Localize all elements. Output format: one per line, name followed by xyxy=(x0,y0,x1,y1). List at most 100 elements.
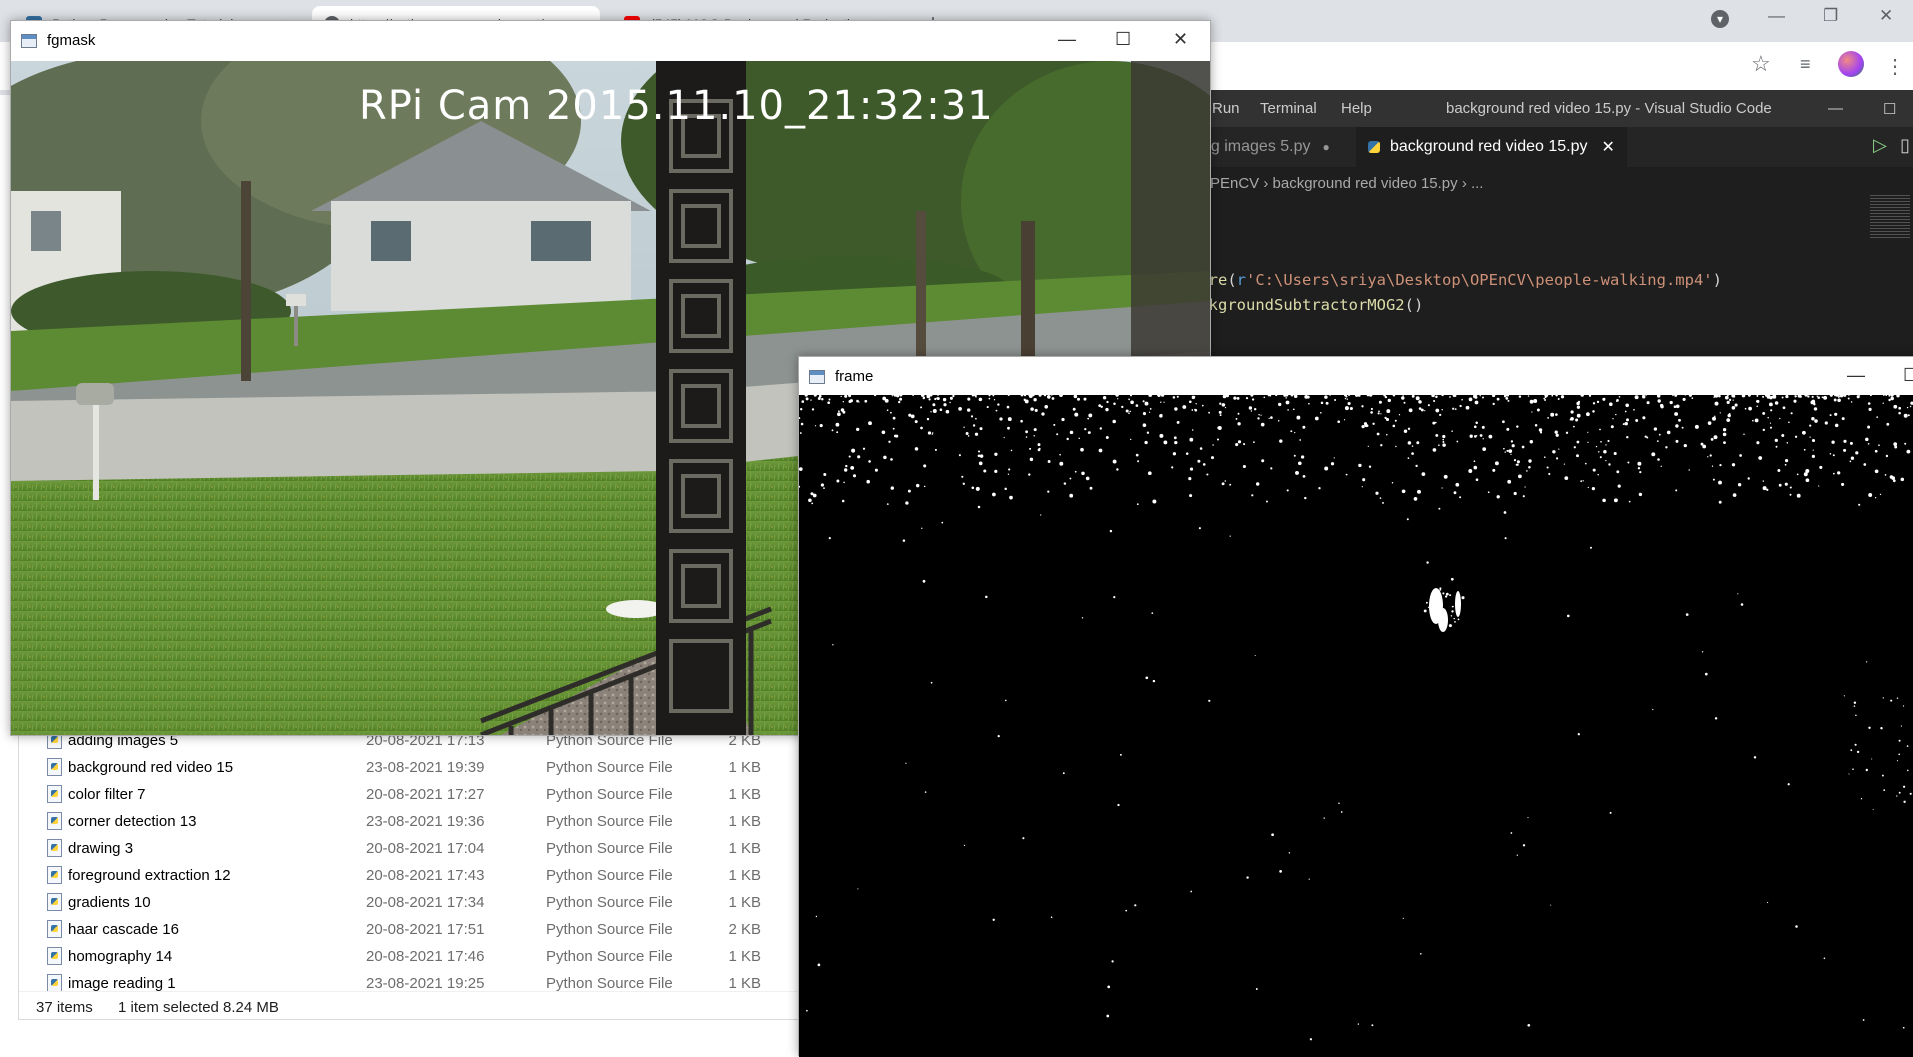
file-date: 20-08-2021 17:27 xyxy=(366,786,485,803)
file-row[interactable]: corner detection 13 23-08-2021 19:36 Pytho… xyxy=(19,808,802,835)
code-token: ( xyxy=(1227,271,1237,289)
file-type: Python Source File xyxy=(546,975,673,991)
python-file-icon xyxy=(47,974,62,991)
mask-noise-layer xyxy=(799,395,1913,1041)
avatar[interactable] xyxy=(1838,51,1864,77)
file-size: 1 KB xyxy=(728,840,761,857)
close-button[interactable]: ✕ xyxy=(1173,29,1188,50)
file-size: 1 KB xyxy=(728,948,761,965)
python-file-icon xyxy=(1368,141,1380,153)
file-date: 23-08-2021 19:39 xyxy=(366,759,485,776)
item-count: 37 items xyxy=(36,999,93,1016)
split-editor-icon[interactable]: ▯ xyxy=(1900,135,1910,156)
profile-dropdown-icon[interactable]: ▾ xyxy=(1711,10,1729,28)
unsaved-dot-icon: ● xyxy=(1322,140,1330,154)
file-row[interactable]: haar cascade 16 20-08-2021 17:51 Python So… xyxy=(19,916,802,943)
code-token: r xyxy=(1236,271,1247,289)
file-name: drawing 3 xyxy=(68,840,134,857)
editor-tab-label: background red video 15.py xyxy=(1390,138,1588,155)
python-file-icon xyxy=(47,947,62,965)
vscode-window: Run Terminal Help background red video 1… xyxy=(1190,90,1913,390)
chrome-menu-icon[interactable]: ⋮ xyxy=(1885,54,1905,79)
window-title: frame xyxy=(835,368,874,385)
file-name: foreground extraction 12 xyxy=(68,867,231,884)
media-control-icon[interactable]: ≡ xyxy=(1800,54,1811,75)
menu-run[interactable]: Run xyxy=(1212,100,1240,117)
code-string: 'C:\Users\sriya\Desktop\OPEnCV\people-wa… xyxy=(1246,271,1713,289)
file-type: Python Source File xyxy=(546,840,673,857)
close-button[interactable]: ✕ xyxy=(1879,6,1893,26)
editor-tab-adding-images[interactable]: ng images 5.py ● xyxy=(1190,127,1356,167)
restore-button[interactable]: ❐ xyxy=(1823,6,1838,26)
file-row[interactable]: drawing 3 20-08-2021 17:04 Python Source F… xyxy=(19,835,802,862)
file-name: background red video 15 xyxy=(68,759,234,776)
file-type: Python Source File xyxy=(546,921,673,938)
python-file-icon xyxy=(47,866,62,884)
file-name: gradients 10 xyxy=(68,894,151,911)
maximize-button[interactable]: ☐ xyxy=(1115,29,1131,50)
file-date: 20-08-2021 17:43 xyxy=(366,867,485,884)
minimize-button[interactable]: — xyxy=(1768,6,1785,26)
window-app-icon xyxy=(809,370,825,384)
file-size: 1 KB xyxy=(728,867,761,884)
editor-tab-background-red-video[interactable]: background red video 15.py ✕ xyxy=(1356,127,1627,167)
python-file-icon xyxy=(47,812,62,830)
file-size: 1 KB xyxy=(728,786,761,803)
file-date: 23-08-2021 19:36 xyxy=(366,813,485,830)
file-row[interactable]: gradients 10 20-08-2021 17:34 Python Sourc… xyxy=(19,889,802,916)
file-row[interactable]: background red video 15 23-08-2021 19:39 P… xyxy=(19,754,802,781)
file-size: 1 KB xyxy=(728,975,761,991)
close-editor-tab-icon[interactable]: ✕ xyxy=(1601,137,1614,157)
vscode-minimize-button[interactable]: — xyxy=(1828,100,1843,117)
file-name: haar cascade 16 xyxy=(68,921,179,938)
fgmask-titlebar[interactable]: fgmask — ☐ ✕ xyxy=(11,21,1210,61)
file-size: 1 KB xyxy=(728,759,761,776)
file-row[interactable]: foreground extraction 12 20-08-2021 17:43… xyxy=(19,862,802,889)
file-date: 20-08-2021 17:04 xyxy=(366,840,485,857)
editor-tab-label: ng images 5.py xyxy=(1202,138,1311,155)
breadcrumb[interactable]: PEnCV › background red video 15.py › ... xyxy=(1210,175,1483,192)
editor-tab-bar: ng images 5.py ● background red video 15… xyxy=(1190,127,1913,167)
file-list: adding images 5 20-08-2021 17:13 Python So… xyxy=(19,727,802,991)
file-row[interactable]: color filter 7 20-08-2021 17:27 Python Sou… xyxy=(19,781,802,808)
window-app-icon xyxy=(21,34,37,48)
python-file-icon xyxy=(47,893,62,911)
vscode-window-title: background red video 15.py - Visual Stud… xyxy=(1446,100,1772,117)
window-title: fgmask xyxy=(47,32,96,49)
file-type: Python Source File xyxy=(546,894,673,911)
code-editor[interactable]: ture(r'C:\Users\sriya\Desktop\OPEnCV\peo… xyxy=(1190,268,1722,318)
minimize-button[interactable]: — xyxy=(1058,29,1076,50)
file-date: 20-08-2021 17:51 xyxy=(366,921,485,938)
run-file-icon[interactable]: ▷ xyxy=(1873,135,1887,156)
file-date: 23-08-2021 19:25 xyxy=(366,975,485,991)
python-file-icon xyxy=(47,920,62,938)
file-explorer-window: adding images 5 20-08-2021 17:13 Python So… xyxy=(18,726,802,1021)
file-type: Python Source File xyxy=(546,948,673,965)
vscode-maximize-button[interactable]: ☐ xyxy=(1883,100,1896,118)
file-name: image reading 1 xyxy=(68,975,176,991)
file-type: Python Source File xyxy=(546,813,673,830)
menu-help[interactable]: Help xyxy=(1341,100,1372,117)
minimap[interactable] xyxy=(1870,195,1910,239)
file-date: 20-08-2021 17:34 xyxy=(366,894,485,911)
file-type: Python Source File xyxy=(546,867,673,884)
selection-info: 1 item selected 8.24 MB xyxy=(118,999,279,1016)
menu-terminal[interactable]: Terminal xyxy=(1260,100,1317,117)
file-name: corner detection 13 xyxy=(68,813,197,830)
python-file-icon xyxy=(47,839,62,857)
file-type: Python Source File xyxy=(546,759,673,776)
code-token: () xyxy=(1404,296,1424,314)
bookmark-star-icon[interactable]: ☆ xyxy=(1751,51,1771,77)
maximize-button[interactable]: ☐ xyxy=(1903,365,1913,386)
python-file-icon xyxy=(47,785,62,803)
status-bar: 37 items 1 item selected 8.24 MB xyxy=(19,991,802,1021)
frame-titlebar[interactable]: frame — ☐ xyxy=(799,357,1913,395)
python-file-icon xyxy=(47,758,62,776)
file-row[interactable]: image reading 1 23-08-2021 19:25 Python So… xyxy=(19,970,802,991)
minimize-button[interactable]: — xyxy=(1847,365,1865,386)
code-token: ackgroundSubtractorMOG2 xyxy=(1190,296,1405,314)
file-size: 1 KB xyxy=(728,813,761,830)
file-name: color filter 7 xyxy=(68,786,146,803)
frame-window[interactable]: frame — ☐ xyxy=(798,356,1913,1057)
file-row[interactable]: homography 14 20-08-2021 17:46 Python Sour… xyxy=(19,943,802,970)
